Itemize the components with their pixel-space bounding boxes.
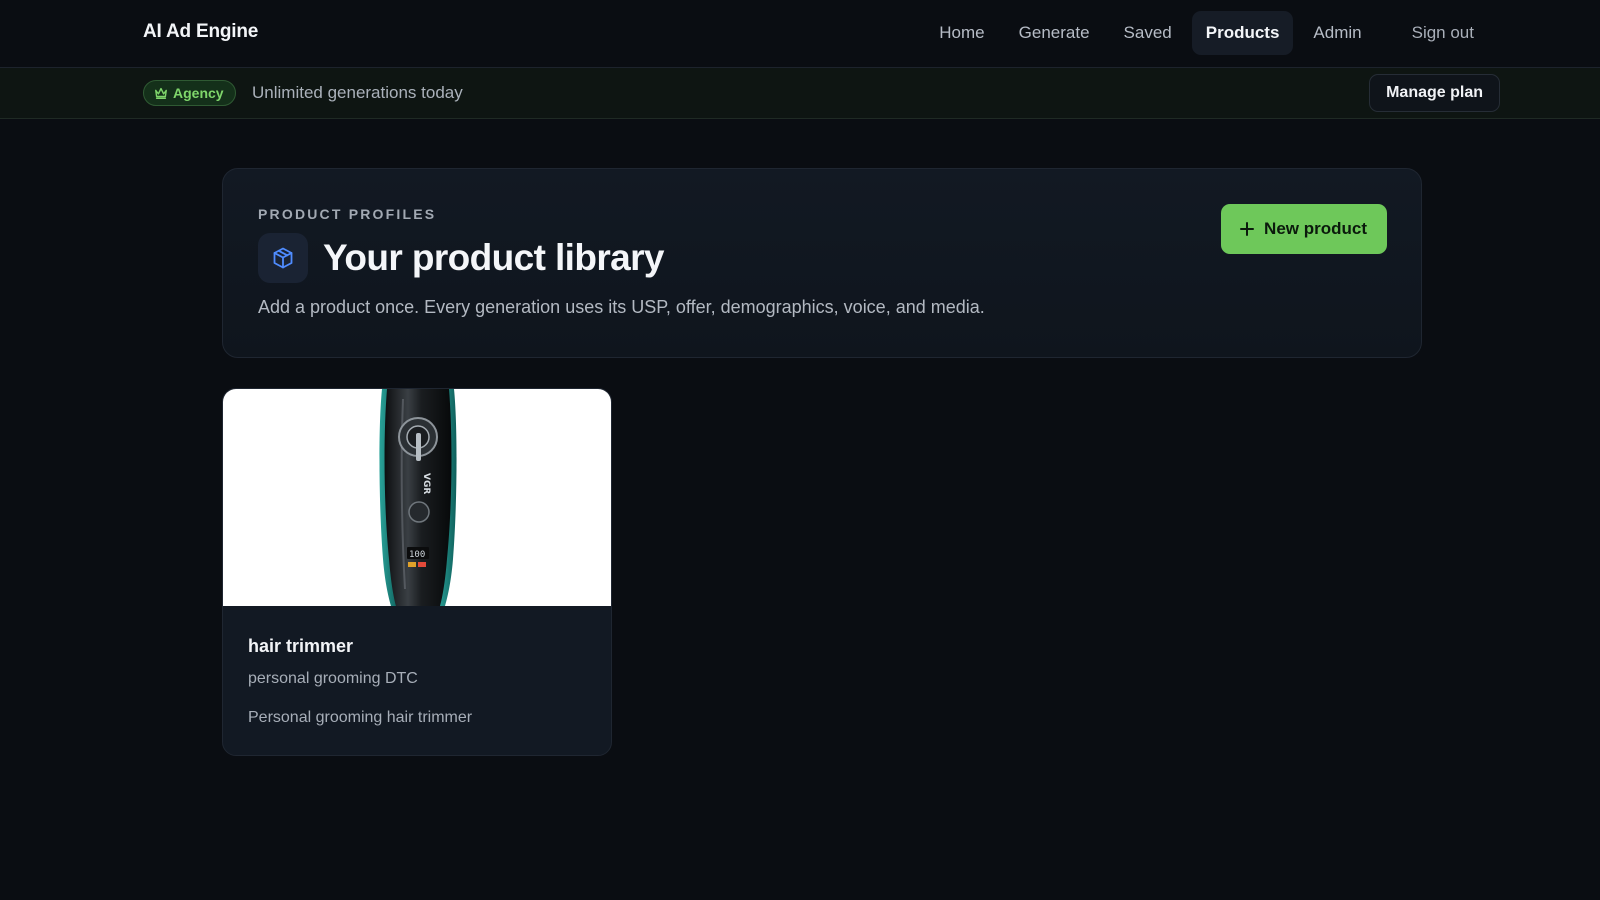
sign-out-link[interactable]: Sign out (1398, 11, 1488, 55)
page-title: Your product library (323, 237, 665, 278)
cube-icon-container (258, 233, 308, 283)
trimmer-brand-text: VGR (421, 473, 431, 494)
trimmer-illustration: VGR 100 (379, 389, 457, 606)
product-name: hair trimmer (248, 636, 354, 656)
new-product-label: New product (1264, 219, 1367, 238)
plan-badge-label: Agency (173, 85, 224, 101)
product-image: VGR 100 (223, 389, 611, 606)
product-card[interactable]: VGR 100 hair trimmer personal grooming D… (222, 388, 612, 756)
new-product-button[interactable]: New product (1221, 204, 1387, 254)
manage-plan-button[interactable]: Manage plan (1369, 74, 1500, 112)
crown-icon (155, 87, 167, 99)
top-nav: AI Ad Engine Home Generate Saved Product… (0, 0, 1600, 68)
section-eyebrow: PRODUCT PROFILES (258, 206, 437, 222)
title-row: Your product library (258, 233, 665, 283)
page-subtitle: Add a product once. Every generation use… (258, 297, 985, 317)
trimmer-display-text: 100 (409, 550, 425, 560)
plan-status-text: Unlimited generations today (252, 83, 463, 102)
nav-products[interactable]: Products (1191, 11, 1294, 55)
cube-icon (273, 247, 293, 269)
product-description: Personal grooming hair trimmer (248, 709, 473, 726)
nav-generate[interactable]: Generate (1005, 11, 1104, 55)
product-profiles-header: PRODUCT PROFILES Your product library Ad… (222, 168, 1422, 358)
plan-bar: Agency Unlimited generations today Manag… (0, 68, 1600, 119)
nav-saved[interactable]: Saved (1110, 11, 1186, 55)
plan-badge: Agency (143, 80, 236, 106)
nav-home[interactable]: Home (925, 11, 998, 55)
main-nav: Home Generate Saved Products Admin Sign … (925, 11, 1488, 55)
brand-logo[interactable]: AI Ad Engine (143, 21, 258, 43)
plus-icon (1240, 222, 1255, 236)
nav-admin[interactable]: Admin (1299, 11, 1375, 55)
product-category: personal grooming DTC (248, 670, 418, 687)
